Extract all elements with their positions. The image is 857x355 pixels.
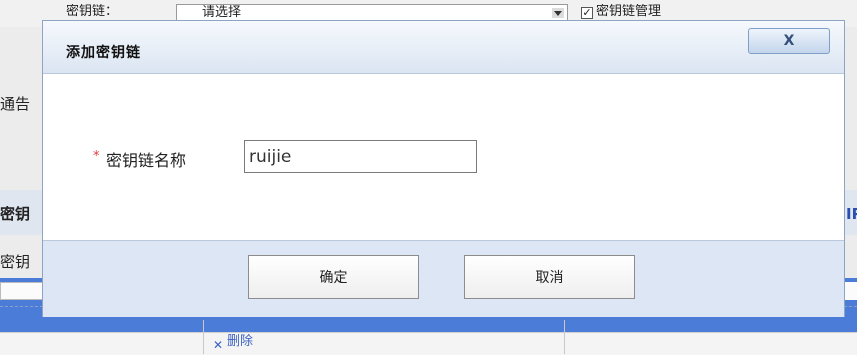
close-icon: X — [783, 33, 795, 49]
keychain-label: 密钥链： — [66, 4, 119, 18]
right-header-fragment: IP — [846, 206, 857, 222]
required-marker: * — [93, 149, 100, 164]
dialog-titlebar[interactable]: 添加密钥链 X — [43, 21, 844, 74]
dialog-footer: 确定 取消 — [43, 240, 844, 317]
chevron-down-icon[interactable] — [552, 8, 564, 18]
column-divider — [564, 320, 565, 354]
notice-label: 通告 — [0, 96, 31, 112]
confirm-button[interactable]: 确定 — [248, 255, 419, 299]
section-title: 密钥 — [0, 206, 31, 222]
keychain-select-value: 请选择 — [202, 5, 242, 20]
delete-icon[interactable]: ✕ — [213, 338, 223, 352]
dialog-title: 添加密钥链 — [66, 45, 141, 61]
keychain-manage-label: 密钥链管理 — [596, 4, 662, 18]
column-divider — [203, 320, 204, 354]
confirm-button-label: 确定 — [319, 270, 348, 286]
keychain-manage-checkbox[interactable]: ✓ — [581, 7, 593, 19]
row-label: 密钥 — [0, 254, 31, 270]
keychain-name-label: 密钥链名称 — [106, 151, 187, 170]
cancel-button[interactable]: 取消 — [464, 255, 635, 299]
cancel-button-label: 取消 — [535, 270, 564, 286]
dialog-body: * 密钥链名称 — [43, 74, 844, 240]
close-button[interactable]: X — [748, 28, 830, 54]
delete-link[interactable]: 删除 — [227, 334, 253, 354]
keychain-name-input[interactable] — [244, 140, 477, 173]
background-table-row — [0, 332, 857, 355]
add-keychain-dialog: 添加密钥链 X * 密钥链名称 确定 取消 — [42, 20, 845, 317]
